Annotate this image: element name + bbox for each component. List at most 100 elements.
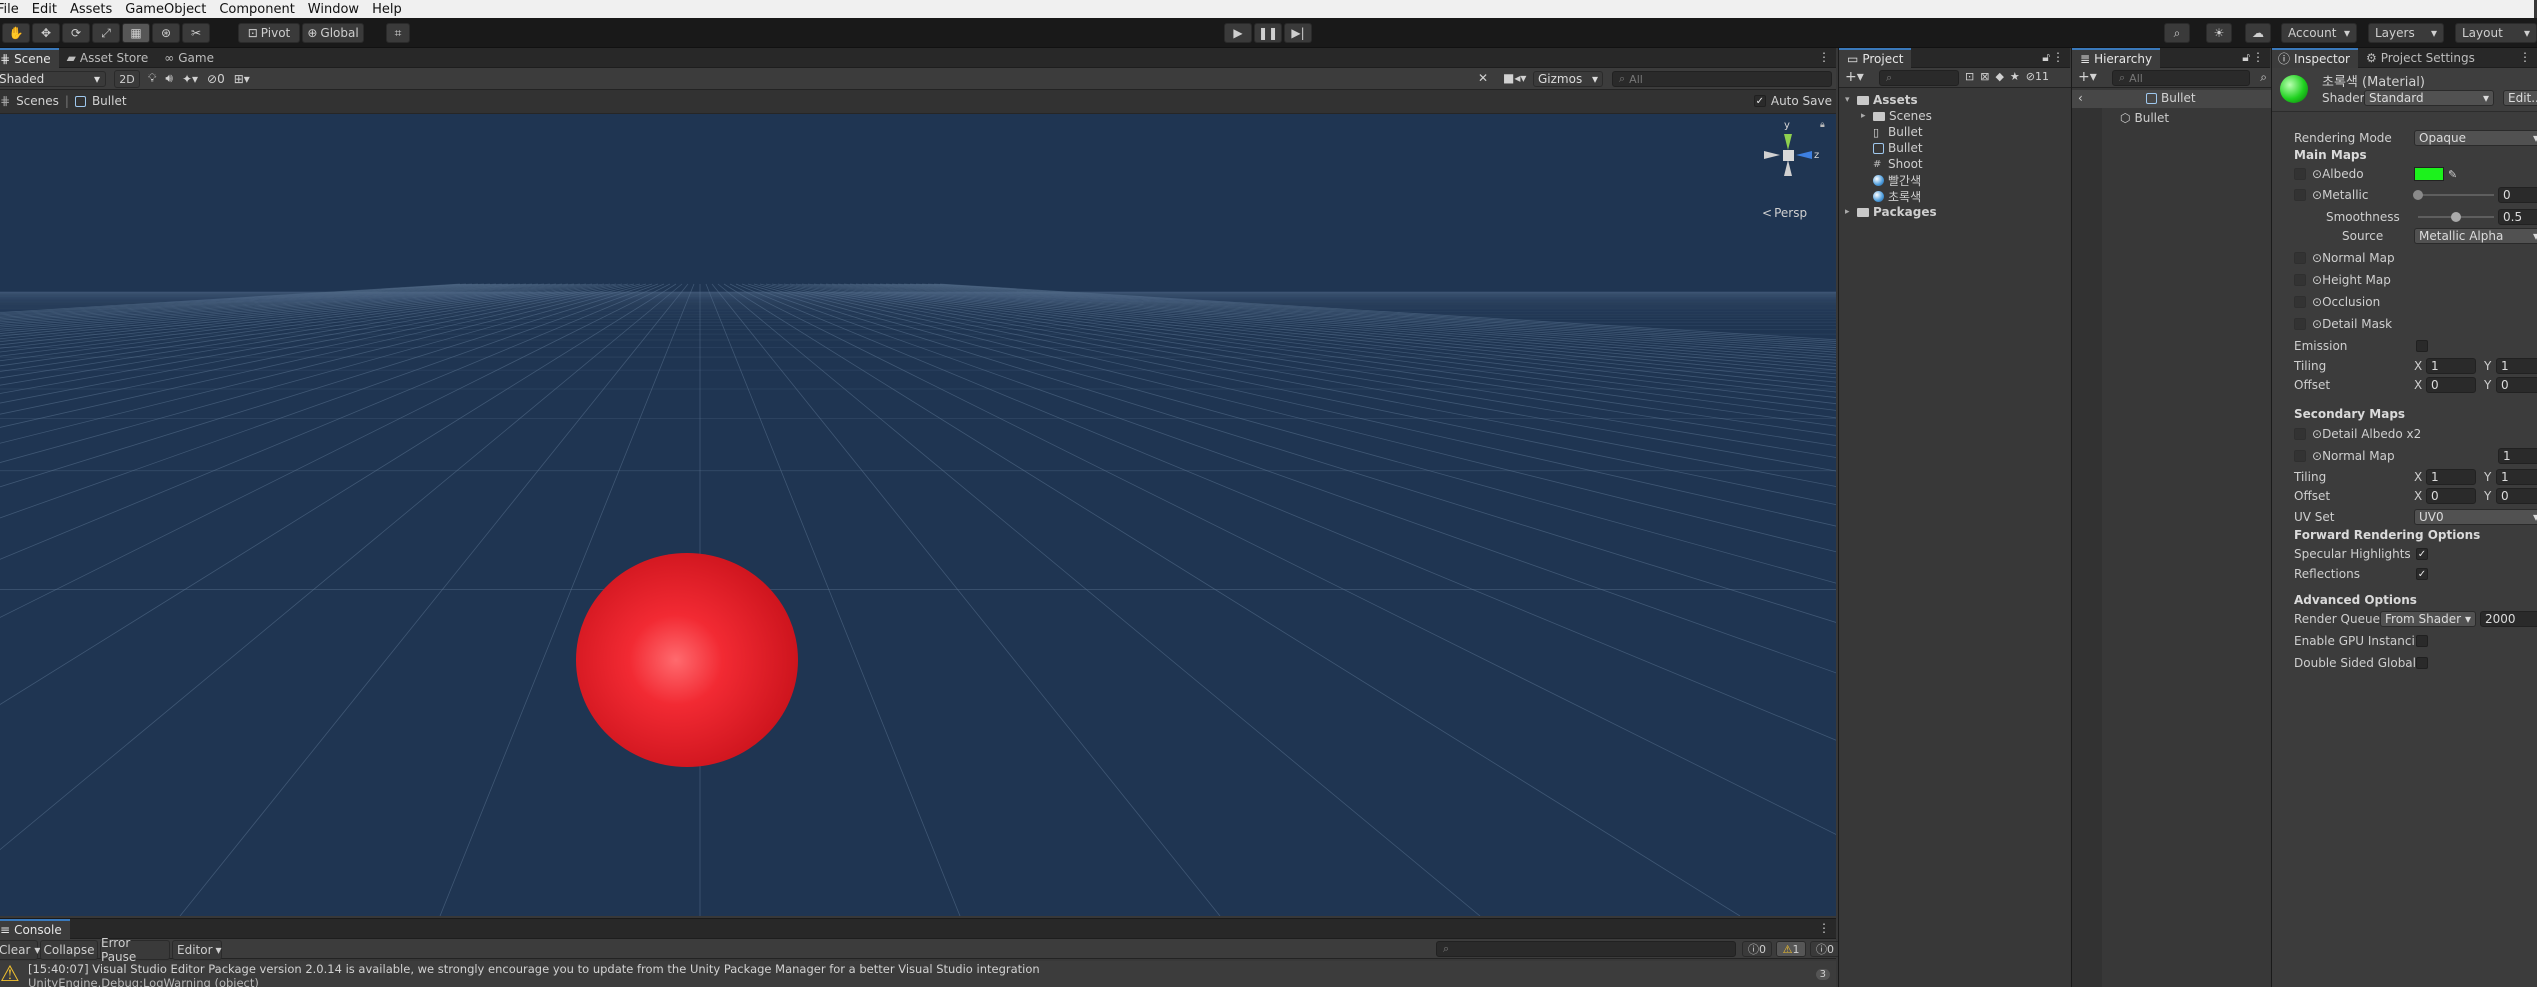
tiling-y-field[interactable]: 1 — [2496, 358, 2537, 374]
create-button[interactable]: +▾ — [2078, 69, 2097, 85]
secondary-normal-field[interactable]: 1 — [2498, 448, 2537, 464]
more-options-icon[interactable]: ⋮ — [2519, 50, 2531, 64]
global-button[interactable]: ⊕ Global — [302, 23, 364, 43]
gizmos-dropdown[interactable]: Gizmos ▾ — [1533, 71, 1603, 87]
render-queue-dropdown[interactable]: From Shader ▾ — [2380, 611, 2476, 627]
more-options-icon[interactable]: ⋮ — [1818, 50, 1830, 64]
persp-label-button[interactable]: < Persp — [1762, 206, 1807, 220]
detail-mask-slot[interactable] — [2294, 318, 2306, 330]
edit-shader-button[interactable]: Edit... — [2503, 90, 2537, 106]
camera-icon[interactable]: ■◂▾ — [1503, 71, 1526, 85]
smoothness-value-field[interactable]: 0.5 — [2498, 209, 2537, 225]
albedo-color-swatch[interactable] — [2414, 167, 2444, 181]
project-item[interactable]: ▸ Scenes — [1845, 108, 1937, 124]
menu-window[interactable]: Window — [308, 2, 359, 17]
scene-viewport[interactable]: y z 🔒︎ < Persp — [0, 114, 1836, 916]
create-button[interactable]: +▾ — [1845, 69, 1864, 85]
project-item[interactable]: 초록색 — [1845, 188, 1937, 204]
project-item[interactable]: ▸ Packages — [1845, 204, 1937, 220]
shader-dropdown[interactable]: Standard ▾ — [2364, 90, 2494, 106]
rotate-tool-button[interactable]: ⟳ — [62, 23, 90, 43]
toggle-2d-button[interactable]: 2D — [114, 70, 140, 88]
metallic-slider-thumb[interactable] — [2413, 190, 2423, 200]
auto-save-toggle[interactable]: ✓ Auto Save — [1753, 94, 1832, 108]
breadcrumb-bullet[interactable]: Bullet — [92, 94, 127, 108]
chevron-down-icon[interactable]: ▾ — [1845, 95, 1853, 105]
specular-checkbox[interactable]: ✓ — [2416, 548, 2428, 560]
height-map-slot[interactable] — [2294, 274, 2306, 286]
lock-icon[interactable]: 🔓︎ — [2042, 50, 2050, 65]
visibility-icon[interactable]: ⊘0 — [207, 72, 225, 86]
layers-dropdown[interactable]: Layers ▾ — [2368, 23, 2444, 43]
source-dropdown[interactable]: Metallic Alpha ▾ — [2414, 228, 2537, 244]
tools-icon[interactable]: ✕ — [1478, 71, 1488, 85]
visibility-icon[interactable]: ⊘11 — [2026, 70, 2049, 83]
step-button[interactable]: ▶| — [1284, 23, 1312, 43]
search-icon[interactable]: ⌕ — [2260, 70, 2267, 85]
hierarchy-scene-header[interactable]: ‹ Bullet — [2072, 90, 2271, 108]
albedo-texture-slot[interactable] — [2294, 168, 2306, 180]
rect-tool-button[interactable]: ▦ — [122, 23, 150, 43]
more-options-icon[interactable]: ⋮ — [2252, 50, 2264, 64]
search-button[interactable]: ⌕ — [2164, 23, 2190, 43]
auto-save-checkbox[interactable]: ✓ — [1753, 95, 1766, 107]
tab-hierarchy[interactable]: ≣ Hierarchy — [2072, 47, 2161, 68]
hand-tool-button[interactable]: ✋ — [2, 23, 30, 43]
emission-checkbox[interactable] — [2416, 340, 2428, 352]
project-item[interactable]: # Shoot — [1845, 156, 1937, 172]
lock-icon[interactable]: 🔓︎ — [2242, 50, 2250, 65]
project-item[interactable]: ▯ Bullet — [1845, 124, 1937, 140]
menu-gameobject[interactable]: GameObject — [125, 2, 206, 17]
secondary-offset-y-field[interactable]: 0 — [2496, 488, 2537, 504]
star-icon[interactable]: ★ — [2010, 70, 2020, 83]
audio-icon[interactable]: 🔊︎ — [165, 71, 173, 86]
secondary-tiling-y-field[interactable]: 1 — [2496, 469, 2537, 485]
grid-snap-button[interactable]: ⌗ — [386, 23, 410, 43]
secondary-tiling-x-field[interactable]: 1 — [2426, 469, 2476, 485]
lock-icon[interactable]: 🔒︎ — [1820, 120, 1825, 130]
menu-assets[interactable]: Assets — [70, 2, 112, 17]
secondary-normal-slot[interactable] — [2294, 450, 2306, 462]
error-pause-button[interactable]: Error Pause — [100, 936, 170, 964]
double-sided-checkbox[interactable] — [2416, 657, 2428, 669]
tab-console[interactable]: ≡ Console — [0, 919, 70, 939]
smoothness-slider-thumb[interactable] — [2451, 212, 2461, 222]
editor-dropdown[interactable]: Editor ▾ — [172, 940, 222, 960]
tab-project[interactable]: ▭ Project — [1839, 47, 1912, 68]
more-options-icon[interactable]: ⋮ — [1818, 921, 1830, 935]
services-button[interactable]: ☀ — [2206, 23, 2232, 43]
effects-icon[interactable]: ✦▾ — [182, 72, 198, 86]
warning-filter-button[interactable]: ⚠ 1 — [1776, 941, 1806, 957]
hierarchy-item-bullet[interactable]: ⬡ Bullet — [2120, 110, 2169, 126]
reflections-checkbox[interactable]: ✓ — [2416, 568, 2428, 580]
error-filter-button[interactable]: ⓘ 0 — [1810, 941, 1840, 957]
offset-y-field[interactable]: 0 — [2496, 377, 2537, 393]
account-dropdown[interactable]: Account ▾ — [2281, 23, 2357, 43]
shading-mode-dropdown[interactable]: Shaded ▾ — [0, 71, 106, 87]
transform-tool-button[interactable]: ⊛ — [152, 23, 180, 43]
scene-search-input[interactable]: ⌕ All — [1612, 71, 1832, 87]
custom-tool-button[interactable]: ✂ — [182, 23, 210, 43]
pause-button[interactable]: ❚❚ — [1254, 23, 1282, 43]
hierarchy-search-input[interactable]: ⌕ All — [2112, 70, 2250, 86]
cloud-button[interactable]: ☁ — [2245, 23, 2271, 43]
tag-icon[interactable]: ◆ — [1995, 70, 2003, 83]
scale-tool-button[interactable]: ⤢ — [92, 23, 120, 43]
more-options-icon[interactable]: ⋮ — [2052, 50, 2064, 64]
uv-set-dropdown[interactable]: UV0 ▾ — [2414, 509, 2537, 525]
gpu-instancing-checkbox[interactable] — [2416, 635, 2428, 647]
tab-asset-store[interactable]: ▰ Asset Store — [59, 48, 157, 68]
info-filter-button[interactable]: ⓘ 0 — [1742, 941, 1772, 957]
search-by-label-icon[interactable]: ⊠ — [1980, 70, 1989, 83]
orientation-gizmo[interactable]: y z 🔒︎ — [1758, 120, 1828, 190]
tab-project-settings[interactable]: ⚙ Project Settings — [2358, 48, 2483, 68]
breadcrumb-scenes[interactable]: Scenes — [16, 94, 59, 108]
chevron-right-icon[interactable]: ▸ — [1845, 207, 1853, 217]
detail-albedo-slot[interactable] — [2294, 428, 2306, 440]
menu-component[interactable]: Component — [219, 2, 294, 17]
menu-edit[interactable]: Edit — [32, 2, 57, 17]
tab-game[interactable]: ∞ Game — [156, 48, 222, 68]
collapse-button[interactable]: Collapse — [40, 940, 98, 960]
layout-dropdown[interactable]: Layout ▾ — [2455, 23, 2537, 43]
grid-icon[interactable]: ⊞▾ — [234, 72, 250, 86]
